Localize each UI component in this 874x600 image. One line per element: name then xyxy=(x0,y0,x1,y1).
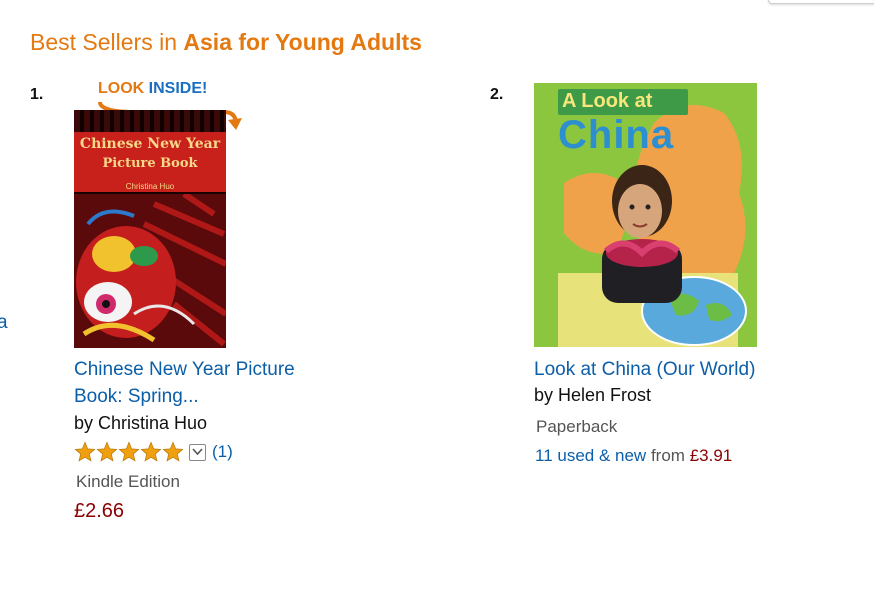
review-count-link[interactable]: (1) xyxy=(212,442,233,462)
cover-title-line2: Picture Book xyxy=(102,156,198,171)
star-rating[interactable]: (1) xyxy=(74,441,233,463)
cover-title: China xyxy=(558,113,675,157)
lion-dance-illustration xyxy=(74,194,226,348)
offers-from-label: from xyxy=(650,446,685,465)
star-icon xyxy=(140,441,162,462)
book-author: by Helen Frost xyxy=(534,385,652,405)
rank-number: 1. xyxy=(30,86,44,103)
star-icon xyxy=(74,441,96,462)
heading-category: Asia for Young Adults xyxy=(183,29,422,55)
rank-number: 2. xyxy=(490,86,504,103)
popover-corner xyxy=(768,0,874,4)
star-icon xyxy=(118,441,140,462)
look-inside-look: LOOK xyxy=(98,80,145,97)
cover-author: Christina Huo xyxy=(125,182,175,191)
page-title: Best Sellers in Asia for Young Adults xyxy=(30,29,422,56)
offers-price: £3.91 xyxy=(689,446,733,465)
book-cover-look-at-china[interactable]: A Look at China xyxy=(534,83,757,347)
star-icon xyxy=(96,441,118,462)
book-author: by Christina Huo xyxy=(74,413,208,433)
used-new-offers-link[interactable]: 11 used & new xyxy=(535,446,646,465)
title-line-1: Chinese New Year Picture xyxy=(74,359,295,380)
chevron-down-icon[interactable] xyxy=(189,443,206,461)
look-inside-badge[interactable]: LOOK INSIDE! xyxy=(98,80,207,98)
heading-prefix: Best Sellers in xyxy=(30,29,178,55)
cover-title-line1: Chinese New Year xyxy=(79,136,221,152)
book-format: Paperback xyxy=(536,417,618,436)
book-title-link[interactable]: Look at China (Our World) xyxy=(534,356,755,383)
book-price: £2.66 xyxy=(74,500,125,522)
book-cover-chinese-new-year[interactable]: Chinese New Year Picture Book Christina … xyxy=(74,110,226,348)
book-format: Kindle Edition xyxy=(76,472,180,491)
title-line-2: Book: Spring... xyxy=(74,386,199,407)
look-inside-inside: INSIDE! xyxy=(148,80,208,97)
offers-line: 11 used & new from £3.91 xyxy=(535,446,732,466)
cut-off-sidebar-link[interactable]: a xyxy=(0,312,8,334)
star-icon xyxy=(162,441,184,462)
book-title-link[interactable]: Chinese New Year Picture Book: Spring... xyxy=(74,356,295,410)
cover-subtitle: A Look at xyxy=(562,90,653,112)
